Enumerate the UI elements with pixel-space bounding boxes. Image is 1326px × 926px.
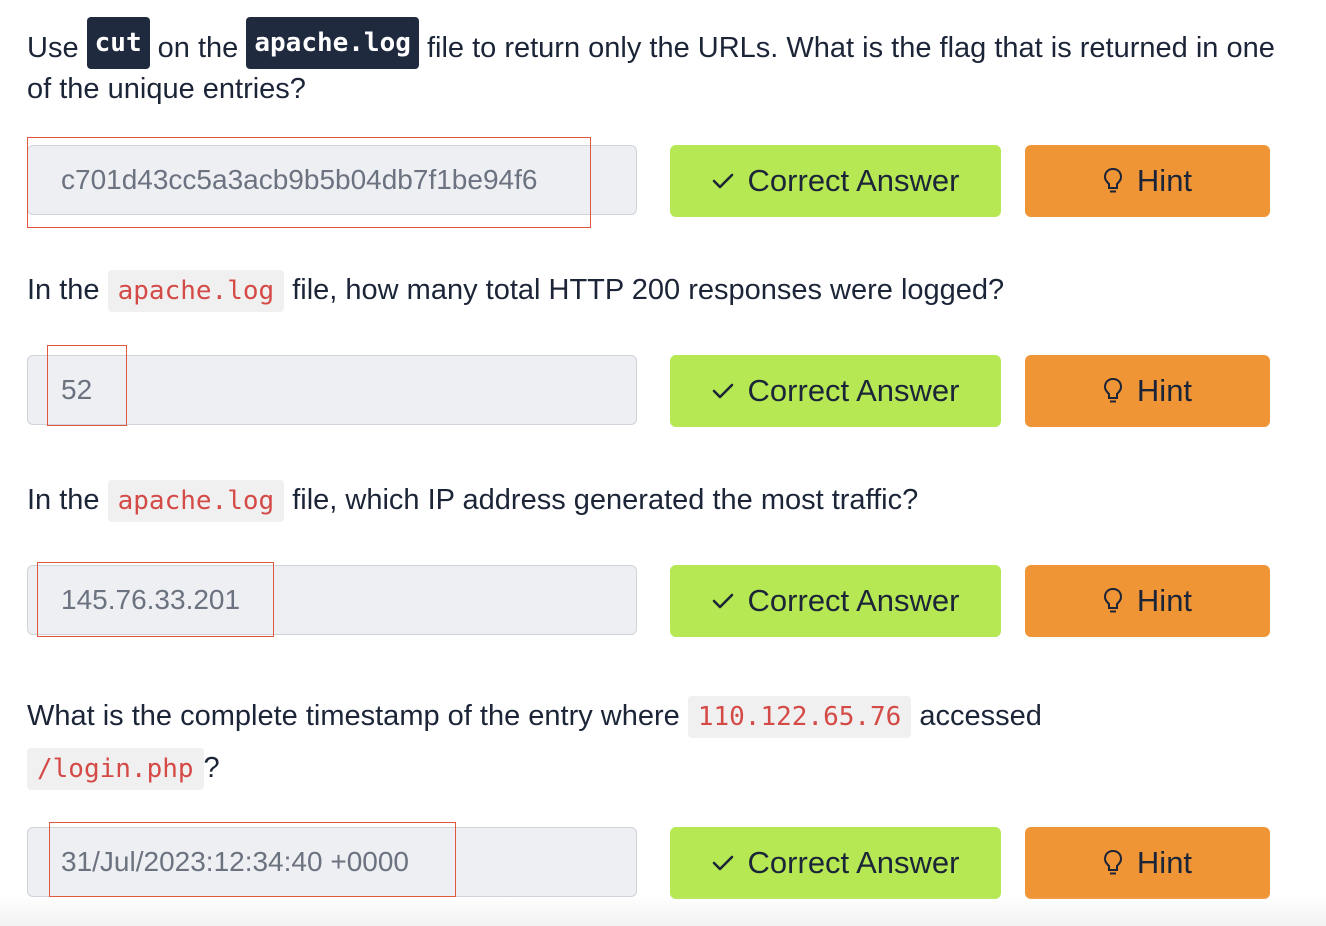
answer-input-1[interactable] xyxy=(27,145,637,215)
code-ip-address: 110.122.65.76 xyxy=(687,696,912,739)
lightbulb-icon xyxy=(1103,167,1123,195)
correct-answer-button-4[interactable]: Correct Answer xyxy=(670,827,1001,899)
question-2-text: In the apache.log file, how many total H… xyxy=(27,270,1297,313)
task-questions-panel: Use cut on the apache.log file to return… xyxy=(0,0,1326,926)
bottom-fade xyxy=(0,896,1326,926)
check-icon xyxy=(712,383,734,399)
hint-button-3[interactable]: Hint xyxy=(1025,565,1270,637)
hint-label: Hint xyxy=(1136,373,1193,408)
code-login-php: /login.php xyxy=(27,748,204,791)
hint-button-4[interactable]: Hint xyxy=(1025,827,1270,899)
correct-answer-label: Correct Answer xyxy=(747,373,960,408)
code-cut: cut xyxy=(86,17,150,70)
hint-button-2[interactable]: Hint xyxy=(1025,355,1270,427)
question-4-text-part: ? xyxy=(203,752,220,784)
question-2-text-part: file, how many total HTTP 200 responses … xyxy=(284,274,1005,306)
correct-answer-label: Correct Answer xyxy=(747,583,960,618)
answer-input-4[interactable] xyxy=(27,827,637,897)
question-3-text-part: file, which IP address generated the mos… xyxy=(284,484,919,516)
answer-input-2[interactable] xyxy=(27,355,637,425)
question-4-text-part: What is the complete timestamp of the en… xyxy=(27,700,688,732)
correct-answer-button-3[interactable]: Correct Answer xyxy=(670,565,1001,637)
hint-button-1[interactable]: Hint xyxy=(1025,145,1270,217)
answer-row-1: Correct Answer Hint xyxy=(27,145,1272,217)
question-4-text: What is the complete timestamp of the en… xyxy=(27,690,1297,794)
question-2-text-part: In the xyxy=(27,274,108,306)
hint-label: Hint xyxy=(1136,583,1193,618)
correct-answer-label: Correct Answer xyxy=(747,163,960,198)
answer-row-2: Correct Answer Hint xyxy=(27,355,1272,427)
question-1-text-part: Use xyxy=(27,32,87,64)
hint-label: Hint xyxy=(1136,845,1193,880)
question-1-text: Use cut on the apache.log file to return… xyxy=(27,17,1297,109)
answer-row-4: Correct Answer Hint xyxy=(27,827,1272,899)
question-3-text-part: In the xyxy=(27,484,108,516)
question-3-text: In the apache.log file, which IP address… xyxy=(27,480,1297,523)
question-1-text-part: on the xyxy=(149,32,247,64)
correct-answer-button-1[interactable]: Correct Answer xyxy=(670,145,1001,217)
check-icon xyxy=(712,173,734,189)
check-icon xyxy=(712,855,734,871)
check-icon xyxy=(712,593,734,609)
code-apache-log: apache.log xyxy=(107,480,285,523)
answer-row-3: Correct Answer Hint xyxy=(27,565,1272,637)
correct-answer-label: Correct Answer xyxy=(747,845,960,880)
code-apache-log: apache.log xyxy=(246,17,419,70)
answer-input-3[interactable] xyxy=(27,565,637,635)
question-4-text-part: accessed xyxy=(911,700,1042,732)
lightbulb-icon xyxy=(1103,849,1123,877)
lightbulb-icon xyxy=(1103,377,1123,405)
correct-answer-button-2[interactable]: Correct Answer xyxy=(670,355,1001,427)
code-apache-log: apache.log xyxy=(107,270,285,313)
hint-label: Hint xyxy=(1136,163,1193,198)
lightbulb-icon xyxy=(1103,587,1123,615)
